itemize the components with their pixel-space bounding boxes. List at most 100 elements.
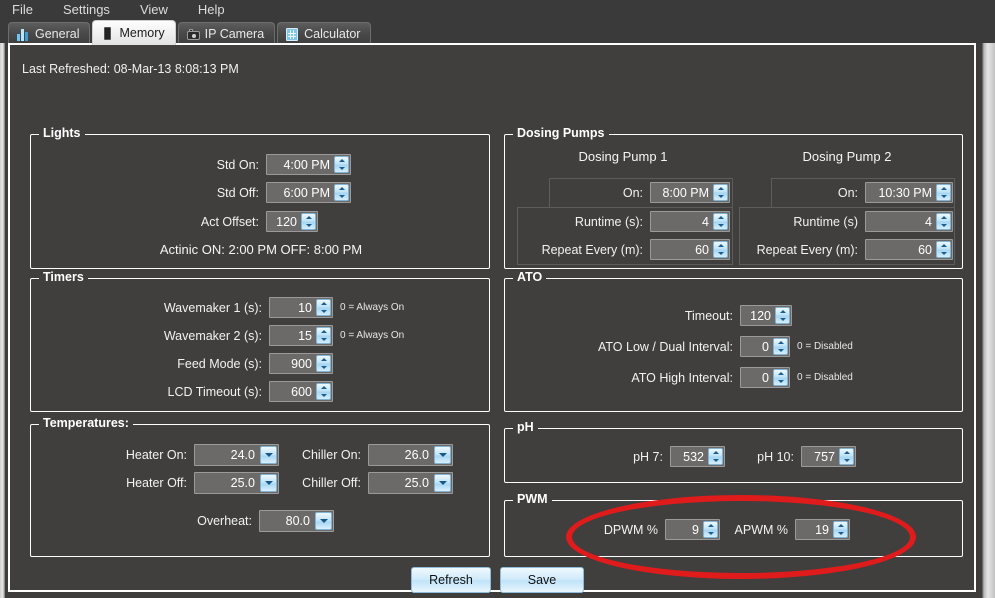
dosing-pumps-group-title: Dosing Pumps — [513, 126, 609, 140]
tab-memory-label: Memory — [119, 26, 165, 40]
ato-timeout-spinner[interactable]: 120 — [740, 305, 792, 326]
ato-low-dual-spinner-buttons[interactable] — [773, 338, 788, 355]
ato-high-label: ATO High Interval: — [631, 370, 733, 385]
wavemaker-1-spinner-buttons[interactable] — [316, 299, 331, 316]
pump2-runtime-spinner[interactable]: 4 — [865, 211, 953, 232]
pump2-on-spinner-buttons[interactable] — [936, 184, 951, 201]
pump1-repeat-spinner[interactable]: 60 — [650, 239, 730, 260]
pump2-runtime-row: Runtime (s) 4 — [745, 211, 953, 232]
pump1-repeat-row: Repeat Every (m): 60 — [523, 239, 730, 260]
menu-item-file[interactable]: File — [8, 3, 49, 17]
temperatures-group: Temperatures: Heater On: 24.0 Heater Off… — [30, 416, 490, 557]
chevron-down-icon[interactable] — [315, 512, 332, 530]
std-off-spinner[interactable]: 6:00 PM — [266, 182, 351, 203]
chiller-on-combo[interactable]: 26.0 — [368, 444, 453, 466]
lcd-timeout-spinner[interactable]: 600 — [269, 381, 333, 402]
dpwm-row: DPWM % 9 — [600, 519, 720, 540]
chevron-down-icon[interactable] — [260, 446, 277, 464]
lights-std-on-row: Std On: 4:00 PM — [191, 154, 351, 175]
tab-general[interactable]: General — [8, 22, 91, 45]
ph10-spinner-buttons[interactable] — [839, 448, 854, 465]
ato-high-hint: 0 = Disabled — [797, 372, 853, 383]
ph7-spinner-buttons[interactable] — [708, 448, 723, 465]
tab-memory[interactable]: Memory — [92, 20, 176, 45]
dpwm-value: 9 — [666, 520, 703, 539]
lcd-timeout-spinner-buttons[interactable] — [316, 383, 331, 400]
menu-item-settings[interactable]: Settings — [59, 3, 126, 17]
chevron-down-icon[interactable] — [434, 446, 451, 464]
heater-off-combo[interactable]: 25.0 — [194, 472, 279, 494]
dpwm-spinner-buttons[interactable] — [703, 521, 718, 538]
pump1-on-spinner[interactable]: 8:00 PM — [650, 182, 730, 203]
camera-icon — [186, 28, 200, 41]
act-offset-spinner[interactable]: 120 — [266, 211, 318, 232]
pump1-runtime-spinner[interactable]: 4 — [650, 211, 730, 232]
apwm-row: APWM % 19 — [727, 519, 850, 540]
feed-mode-spinner-buttons[interactable] — [316, 355, 331, 372]
overheat-row: Overheat: 80.0 — [181, 510, 334, 532]
pump1-on-spinner-buttons[interactable] — [713, 184, 728, 201]
window-right-edge — [976, 43, 995, 598]
std-off-spinner-buttons[interactable] — [334, 184, 349, 201]
pump2-on-value: 10:30 PM — [866, 183, 936, 202]
ph-group-title: pH — [513, 420, 538, 434]
ph7-value: 532 — [671, 447, 708, 466]
ato-low-dual-spinner[interactable]: 0 — [740, 336, 790, 357]
ph7-spinner[interactable]: 532 — [670, 446, 725, 467]
dpwm-spinner[interactable]: 9 — [665, 519, 720, 540]
std-on-label: Std On: — [216, 157, 259, 172]
ato-high-spinner-buttons[interactable] — [773, 369, 788, 386]
pump2-repeat-row: Repeat Every (m): 60 — [745, 239, 953, 260]
apwm-spinner-buttons[interactable] — [833, 521, 848, 538]
pump2-on-spinner[interactable]: 10:30 PM — [865, 182, 953, 203]
feed-mode-spinner[interactable]: 900 — [269, 353, 333, 374]
pwm-group-title: PWM — [513, 492, 552, 506]
refresh-button[interactable]: Refresh — [411, 567, 491, 593]
ato-high-value: 0 — [741, 368, 773, 387]
tab-calculator[interactable]: Calculator — [277, 22, 372, 45]
ato-group-title: ATO — [513, 270, 547, 284]
chiller-on-row: Chiller On: 26.0 — [276, 444, 453, 466]
tab-ip-camera[interactable]: IP Camera — [177, 22, 276, 45]
lights-std-off-row: Std Off: 6:00 PM — [191, 182, 351, 203]
pump1-repeat-spinner-buttons[interactable] — [713, 241, 728, 258]
ato-timeout-spinner-buttons[interactable] — [775, 307, 790, 324]
ato-low-dual-row: ATO Low / Dual Interval: 0 0 = Disabled — [565, 336, 853, 357]
act-offset-spinner-buttons[interactable] — [301, 213, 316, 230]
pump1-runtime-row: Runtime (s): 4 — [523, 211, 730, 232]
chiller-off-label: Chiller Off: — [302, 476, 361, 490]
pump1-on-row: On: 8:00 PM — [555, 182, 730, 203]
pump2-runtime-label: Runtime (s) — [793, 214, 858, 229]
menu-item-help[interactable]: Help — [194, 3, 241, 17]
std-on-spinner[interactable]: 4:00 PM — [266, 154, 351, 175]
ph-group: pH pH 7: 532 pH 10: 757 — [504, 420, 963, 483]
pump2-repeat-spinner-buttons[interactable] — [936, 241, 951, 258]
wavemaker-2-spinner[interactable]: 15 — [269, 325, 333, 346]
apwm-spinner[interactable]: 19 — [795, 519, 850, 540]
save-button[interactable]: Save — [500, 567, 584, 593]
menu-item-view[interactable]: View — [136, 3, 184, 17]
chevron-down-icon[interactable] — [434, 474, 451, 492]
ph10-row: pH 10: 757 — [745, 446, 856, 467]
bar-chart-icon — [17, 28, 30, 41]
pump2-repeat-spinner[interactable]: 60 — [865, 239, 953, 260]
ato-high-spinner[interactable]: 0 — [740, 367, 790, 388]
pump1-runtime-spinner-buttons[interactable] — [713, 213, 728, 230]
pump2-repeat-label: Repeat Every (m): — [756, 242, 858, 257]
lcd-timeout-value: 600 — [270, 382, 316, 401]
ato-low-dual-hint: 0 = Disabled — [797, 341, 853, 352]
chiller-off-row: Chiller Off: 25.0 — [276, 472, 453, 494]
dpwm-label: DPWM % — [603, 522, 658, 537]
heater-on-combo[interactable]: 24.0 — [194, 444, 279, 466]
wavemaker-2-spinner-buttons[interactable] — [316, 327, 331, 344]
pump1-runtime-label: Runtime (s): — [574, 214, 643, 229]
wavemaker-1-spinner[interactable]: 10 — [269, 297, 333, 318]
std-on-spinner-buttons[interactable] — [334, 156, 349, 173]
chevron-down-icon[interactable] — [260, 474, 277, 492]
overheat-combo[interactable]: 80.0 — [259, 510, 334, 532]
chiller-off-combo[interactable]: 25.0 — [368, 472, 453, 494]
ph10-spinner[interactable]: 757 — [801, 446, 856, 467]
dosing-pump-2-header: Dosing Pump 2 — [802, 149, 892, 164]
pump2-runtime-spinner-buttons[interactable] — [936, 213, 951, 230]
wavemaker-2-hint: 0 = Always On — [340, 330, 405, 341]
